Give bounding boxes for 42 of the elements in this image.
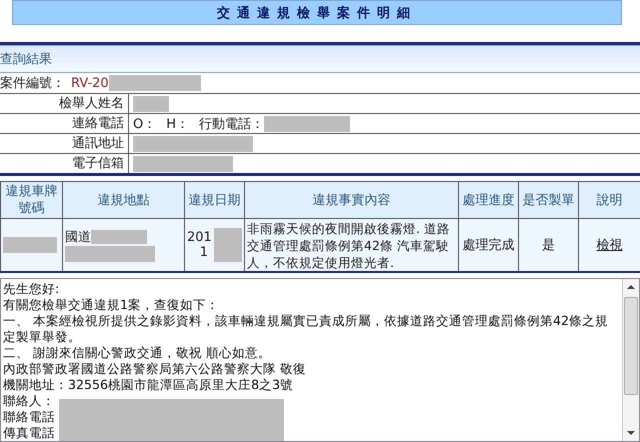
date-text: 1 — [198, 245, 209, 260]
field-label: 檢舉人姓名 — [0, 94, 129, 113]
reply-text: 傳真電話 — [3, 425, 55, 441]
field-text: 行動電話： — [199, 116, 264, 132]
reply-text: 有關您檢舉交通違規1案，查復如下： — [3, 297, 220, 313]
column-header: 違規車牌號碼 — [0, 182, 62, 218]
table-cell: 處理完成 — [458, 218, 518, 272]
table-cell: 是 — [518, 218, 578, 272]
redaction-block — [133, 96, 169, 112]
reply-text: 聯絡人： — [3, 393, 55, 409]
column-header: 是否製單 — [518, 182, 578, 218]
column-header: 處理進度 — [458, 182, 518, 218]
date-text: 201 — [187, 230, 213, 245]
reply-text: 聯絡電話 — [3, 409, 55, 425]
location-text: 國道 — [65, 230, 91, 245]
column-header: 說明 — [578, 182, 640, 218]
reply-text: 一、 本案經檢視所提供之錄影資料，該車輛違規屬實已責成所屬，依據道路交通管理處罰條例第42條之規定製單舉發。 — [3, 313, 610, 345]
field-text: O： — [133, 116, 156, 132]
redaction-block — [214, 228, 242, 262]
violation-description: 非雨霧天候的夜間開啟後霧燈. 道路交通管理處罰條例第42條 汽車駕駛人，不依規定使用燈光者. — [244, 218, 458, 272]
case-number-label: 案件編號： — [0, 75, 65, 92]
reply-text: 內政部警政署國道公路警察局第六公路警察大隊 敬復 — [3, 361, 306, 377]
field-label: 電子信箱 — [0, 154, 129, 173]
field-text: H： — [166, 116, 190, 132]
panel-header: 查詢結果 — [0, 45, 640, 73]
scroll-up-icon[interactable] — [626, 283, 636, 291]
redaction-block — [91, 230, 147, 244]
column-header: 違規地點 — [62, 182, 184, 218]
reply-text: 機關地址：32556桃園市龍潭區高原里大庄8之3號 — [3, 377, 294, 393]
field-label: 連絡電話 — [0, 114, 129, 133]
column-header: 違規事實內容 — [244, 182, 458, 218]
scroll-thumb[interactable] — [624, 297, 638, 395]
scroll-down-icon[interactable] — [626, 429, 636, 437]
view-link[interactable]: 檢視 — [596, 238, 622, 253]
reply-textarea[interactable]: 先生您好: 有關您檢舉交通違規1案，查復如下： 一、 本案經檢視所提供之錄影資料，該車輛違規屬實已責成所屬，依據道路交通管理處罰條例第42條之規定製單舉發。 二、 謝謝來信關心警政交通，敬祝 順心如意。 內政部警政署國道公路警察局第六公路警察大隊 敬復 機關地址：32556桃園市龍潭區高原里大庄8之3號 聯絡人： 聯絡電話 傳真電話 — [0, 278, 640, 442]
case-number-value: RV-20 — [71, 76, 109, 90]
page-title: 交通違規檢舉案件明細 — [12, 0, 622, 25]
column-header: 違規日期 — [184, 182, 244, 218]
reply-text: 二、 謝謝來信關心警政交通，敬祝 順心如意。 — [3, 345, 272, 361]
redaction-block — [3, 237, 57, 253]
reply-text: 先生您好: — [3, 281, 60, 297]
field-label: 通訊地址 — [0, 134, 129, 153]
